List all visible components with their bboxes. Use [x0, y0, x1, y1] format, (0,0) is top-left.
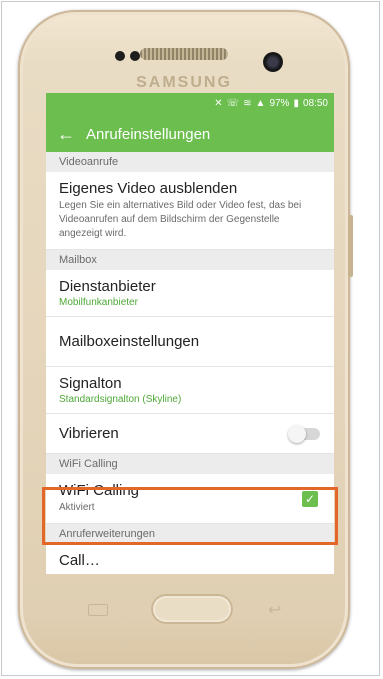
setting-hide-own-video[interactable]: Eigenes Video ausblenden Legen Sie ein a… — [46, 172, 334, 250]
earpiece-speaker — [140, 48, 228, 60]
vibrate-toggle[interactable] — [288, 424, 320, 443]
setting-ringtone[interactable]: Signalton Standardsignalton (Skyline) — [46, 367, 334, 414]
wifi-icon: ≋ — [243, 97, 252, 109]
back-key-icon[interactable]: ↩ — [268, 600, 281, 620]
setting-value: Standardsignalton (Skyline) — [59, 394, 182, 405]
battery-text: 97% — [269, 97, 290, 109]
brand-logo: SAMSUNG — [136, 74, 232, 91]
setting-title: Vibrieren — [59, 425, 119, 442]
status-bar: ✕ ☏ ≋ ▲ 97% ▮ 08:50 — [46, 93, 334, 113]
page-title: Anrufeinstellungen — [86, 126, 211, 143]
section-header-video: Videoanrufe — [46, 152, 334, 172]
setting-title: Eigenes Video ausblenden — [59, 180, 238, 197]
clock: 08:50 — [302, 97, 328, 109]
setting-value: Mobilfunkanbieter — [59, 297, 138, 308]
home-button[interactable] — [151, 594, 233, 624]
highlight-box — [42, 487, 338, 545]
setting-title: Call… — [59, 552, 100, 569]
section-header-wifi-calling: WiFi Calling — [46, 454, 334, 474]
recent-apps-key[interactable] — [88, 604, 108, 616]
section-header-mailbox: Mailbox — [46, 250, 334, 270]
setting-summary: Legen Sie ein alternatives Bild oder Vid… — [59, 200, 302, 239]
sensor-dot — [115, 51, 125, 61]
setting-mailbox-settings[interactable]: Mailboxeinstellungen — [46, 317, 334, 367]
vibrate-icon: ☏ — [226, 97, 240, 109]
mute-icon: ✕ — [214, 97, 223, 109]
sensor-dot — [130, 51, 140, 61]
signal-icon: ▲ — [255, 97, 266, 109]
setting-call-partial[interactable]: Call… — [46, 544, 334, 574]
arrow-left-icon[interactable]: ← — [46, 124, 86, 145]
setting-title: Dienstanbieter — [59, 278, 156, 295]
power-button — [348, 215, 353, 277]
setting-vibrate[interactable]: Vibrieren — [46, 414, 334, 454]
front-camera — [263, 52, 283, 72]
setting-title: Mailboxeinstellungen — [59, 333, 200, 350]
battery-icon: ▮ — [293, 97, 299, 109]
setting-service-provider[interactable]: Dienstanbieter Mobilfunkanbieter — [46, 270, 334, 317]
setting-title: Signalton — [59, 375, 122, 392]
action-bar: ← Anrufeinstellungen — [46, 113, 334, 156]
